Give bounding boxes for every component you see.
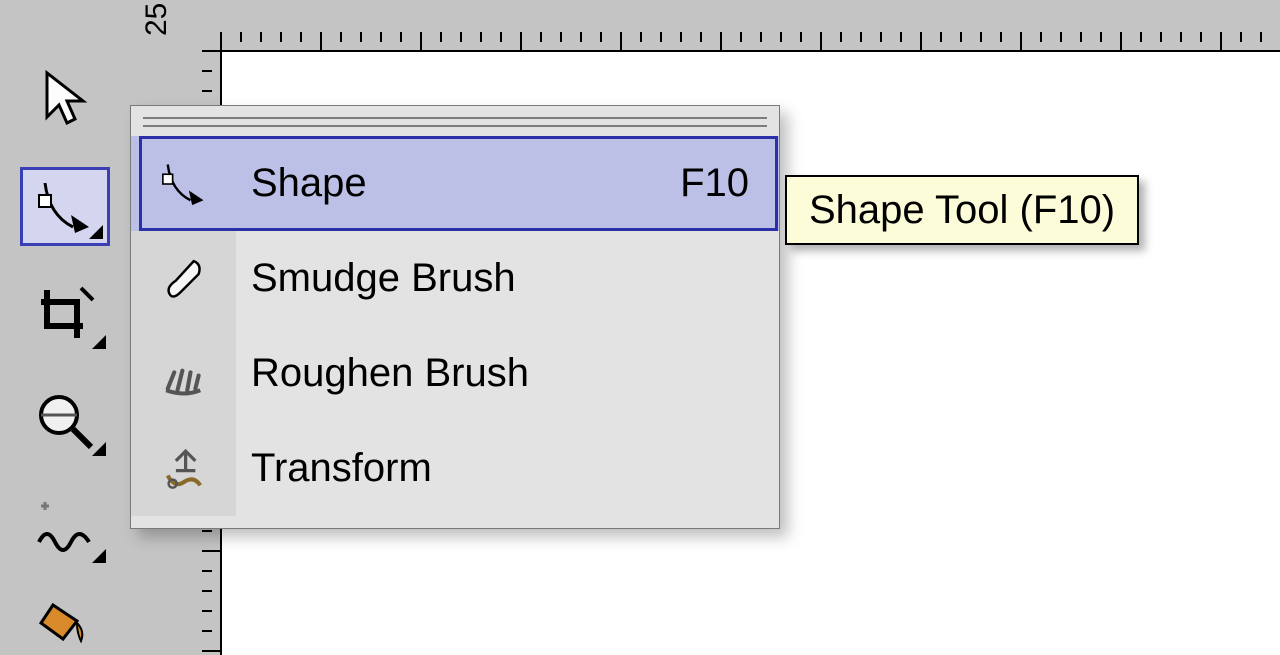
flyout-item-label: Smudge Brush [251, 256, 516, 301]
flyout-indicator-icon [89, 225, 103, 239]
shape-icon [158, 158, 210, 210]
tooltip-text: Shape Tool (F10) [809, 188, 1115, 233]
ruler-tick-label: 25 [140, 3, 174, 36]
ruler-horizontal[interactable] [220, 0, 1280, 50]
smart-fill-tool[interactable] [20, 595, 110, 655]
flyout-grip[interactable] [131, 106, 779, 136]
flyout-item-icon [131, 421, 236, 516]
freehand-tool[interactable] [20, 488, 110, 567]
flyout-indicator-icon [92, 549, 106, 563]
zoom-icon [33, 389, 97, 453]
flyout-item-icon [131, 326, 236, 421]
freehand-icon [33, 496, 97, 560]
flyout-item-shortcut: F10 [680, 161, 749, 206]
pick-tool[interactable] [20, 60, 110, 139]
flyout-item-label: Transform [251, 446, 432, 491]
cursor-icon [33, 67, 97, 131]
smudge-brush-icon [158, 253, 210, 305]
flyout-item-icon [131, 136, 236, 231]
shape-tool[interactable] [20, 167, 110, 247]
flyout-item-shape[interactable]: Shape F10 [236, 136, 779, 231]
flyout-item-smudge-brush[interactable]: Smudge Brush [236, 231, 779, 326]
flyout-item-label: Roughen Brush [251, 351, 529, 396]
flyout-item-label: Shape [251, 161, 367, 206]
shape-tool-flyout: Shape F10 Smudge Brush Roughen Brush Tra… [130, 105, 780, 529]
shape-icon [33, 175, 97, 239]
flyout-indicator-icon [92, 442, 106, 456]
flyout-item-transform[interactable]: Transform [236, 421, 779, 516]
roughen-brush-icon [158, 348, 210, 400]
crop-icon [33, 282, 97, 346]
toolbox [0, 0, 130, 655]
crop-tool[interactable] [20, 274, 110, 353]
flyout-item-icon [131, 231, 236, 326]
tooltip: Shape Tool (F10) [785, 175, 1139, 245]
transform-icon [158, 443, 210, 495]
flyout-indicator-icon [92, 335, 106, 349]
fill-icon [33, 593, 97, 655]
flyout-item-roughen-brush[interactable]: Roughen Brush [236, 326, 779, 421]
zoom-tool[interactable] [20, 381, 110, 460]
